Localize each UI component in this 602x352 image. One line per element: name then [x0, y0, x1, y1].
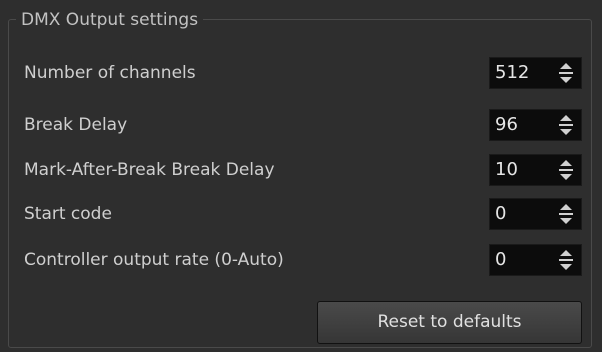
spinbox-value[interactable]: 96 [495, 110, 555, 140]
spin-down-button[interactable] [553, 260, 579, 274]
spin-down-button[interactable] [553, 73, 579, 87]
controller-output-rate-spinbox[interactable]: 0 [489, 244, 582, 276]
arrow-down-icon [560, 264, 572, 270]
dmx-output-settings-panel: DMX Output settings Number of channels 5… [0, 0, 602, 352]
number-of-channels-spinbox[interactable]: 512 [489, 57, 582, 89]
setting-row-number-of-channels: Number of channels 512 [0, 55, 602, 91]
setting-row-mark-after-break-delay: Mark-After-Break Break Delay 10 [0, 152, 602, 188]
spin-up-button[interactable] [553, 200, 579, 214]
arrow-up-icon [560, 250, 572, 256]
arrow-up-icon [560, 160, 572, 166]
spinbox-value[interactable]: 10 [495, 155, 555, 185]
start-code-spinbox[interactable]: 0 [489, 198, 582, 230]
setting-label: Mark-After-Break Break Delay [24, 160, 275, 180]
spin-buttons [553, 59, 579, 87]
spinbox-value[interactable]: 512 [495, 58, 555, 88]
mark-after-break-delay-spinbox[interactable]: 10 [489, 154, 582, 186]
spin-up-button[interactable] [553, 111, 579, 125]
spin-up-button[interactable] [553, 59, 579, 73]
group-title: DMX Output settings [16, 9, 204, 31]
setting-row-controller-output-rate: Controller output rate (0-Auto) 0 [0, 242, 602, 278]
setting-label: Start code [24, 204, 112, 224]
setting-row-start-code: Start code 0 [0, 196, 602, 232]
setting-label: Controller output rate (0-Auto) [24, 250, 284, 270]
arrow-down-icon [560, 129, 572, 135]
spin-buttons [553, 156, 579, 184]
arrow-up-icon [560, 204, 572, 210]
spin-down-button[interactable] [553, 125, 579, 139]
spin-down-button[interactable] [553, 214, 579, 228]
arrow-up-icon [560, 63, 572, 69]
spin-buttons [553, 200, 579, 228]
arrow-down-icon [560, 77, 572, 83]
spin-buttons [553, 111, 579, 139]
setting-row-break-delay: Break Delay 96 [0, 107, 602, 143]
reset-to-defaults-button[interactable]: Reset to defaults [317, 301, 582, 344]
spin-up-button[interactable] [553, 246, 579, 260]
arrow-down-icon [560, 218, 572, 224]
arrow-down-icon [560, 174, 572, 180]
spin-buttons [553, 246, 579, 274]
arrow-up-icon [560, 115, 572, 121]
spinbox-value[interactable]: 0 [495, 199, 555, 229]
setting-label: Break Delay [24, 115, 128, 135]
setting-label: Number of channels [24, 63, 196, 83]
spin-down-button[interactable] [553, 170, 579, 184]
spin-up-button[interactable] [553, 156, 579, 170]
spinbox-value[interactable]: 0 [495, 245, 555, 275]
break-delay-spinbox[interactable]: 96 [489, 109, 582, 141]
